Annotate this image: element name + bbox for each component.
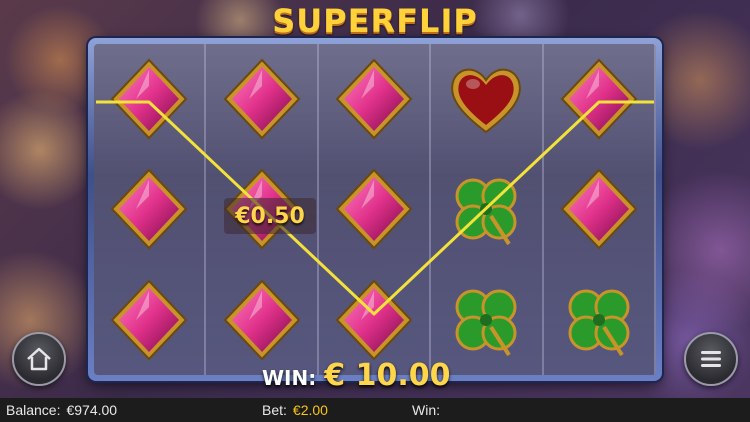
game-logo: SUPERFLIP xyxy=(272,2,478,40)
clover-symbol xyxy=(443,166,529,252)
reel-1 xyxy=(94,44,207,375)
reel-3 xyxy=(318,44,432,375)
balance-value: €974.00 xyxy=(66,402,118,418)
win-display: WIN: € 10.00 xyxy=(262,358,450,398)
menu-icon xyxy=(701,351,721,367)
clover-symbol xyxy=(556,277,642,363)
status-win-label: Win: xyxy=(412,402,440,418)
balance-group: Balance: €974.00 xyxy=(6,402,117,418)
diamond-symbol xyxy=(556,166,642,252)
diamond-symbol xyxy=(331,166,417,252)
bet-label: Bet: xyxy=(262,402,287,418)
diamond-symbol xyxy=(219,277,305,363)
bet-value: €2.00 xyxy=(292,402,328,418)
reel-5 xyxy=(543,44,656,375)
home-button[interactable] xyxy=(12,332,66,386)
reel-area[interactable]: €0.50 xyxy=(94,44,656,375)
balance-label: Balance: xyxy=(6,402,61,418)
diamond-symbol xyxy=(219,56,305,142)
diamond-symbol xyxy=(106,166,192,252)
win-amount: € 10.00 xyxy=(324,358,451,393)
heart-symbol xyxy=(443,56,529,142)
reel-4 xyxy=(431,44,544,375)
diamond-symbol xyxy=(331,56,417,142)
home-icon xyxy=(27,347,51,371)
status-bar: Balance: €974.00 Bet: €2.00 Win: xyxy=(0,398,750,422)
diamond-symbol xyxy=(106,56,192,142)
clover-symbol xyxy=(443,277,529,363)
diamond-symbol xyxy=(556,56,642,142)
win-group: Win: xyxy=(412,402,446,418)
win-label: WIN: xyxy=(262,366,317,390)
line-win-amount: €0.50 xyxy=(224,198,316,234)
bet-group: Bet: €2.00 xyxy=(262,402,328,418)
diamond-symbol xyxy=(331,277,417,363)
menu-button[interactable] xyxy=(684,332,738,386)
diamond-symbol xyxy=(106,277,192,363)
reel-frame: €0.50 xyxy=(88,38,662,381)
